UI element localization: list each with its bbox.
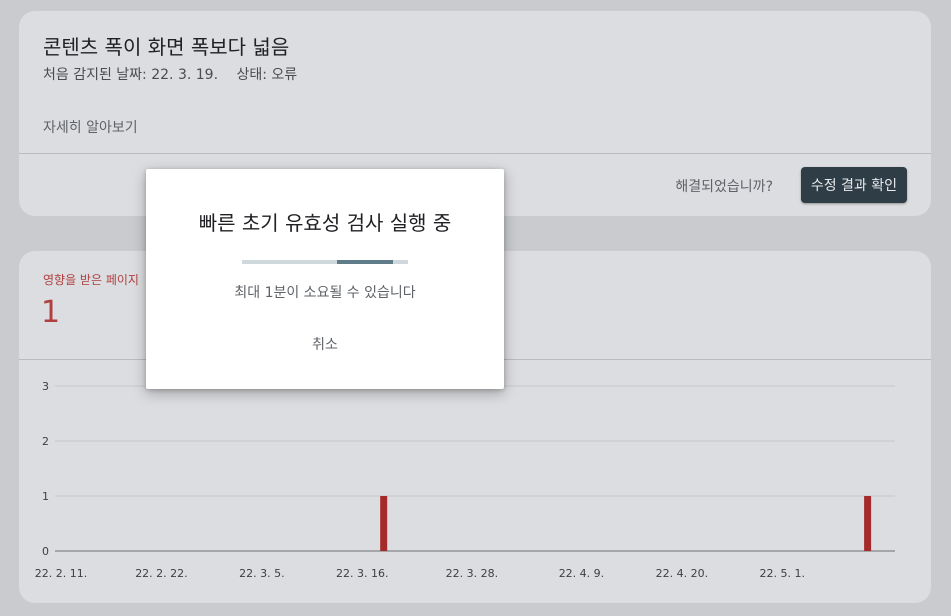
progress-bar-fill <box>336 260 394 264</box>
validation-dialog: 빠른 초기 유효성 검사 실행 중 최대 1분이 소요될 수 있습니다 취소 <box>146 169 504 389</box>
cancel-button[interactable]: 취소 <box>292 329 358 359</box>
dialog-title: 빠른 초기 유효성 검사 실행 중 <box>198 211 452 235</box>
dialog-subtitle: 최대 1분이 소요될 수 있습니다 <box>234 285 416 301</box>
progress-bar <box>242 260 408 264</box>
